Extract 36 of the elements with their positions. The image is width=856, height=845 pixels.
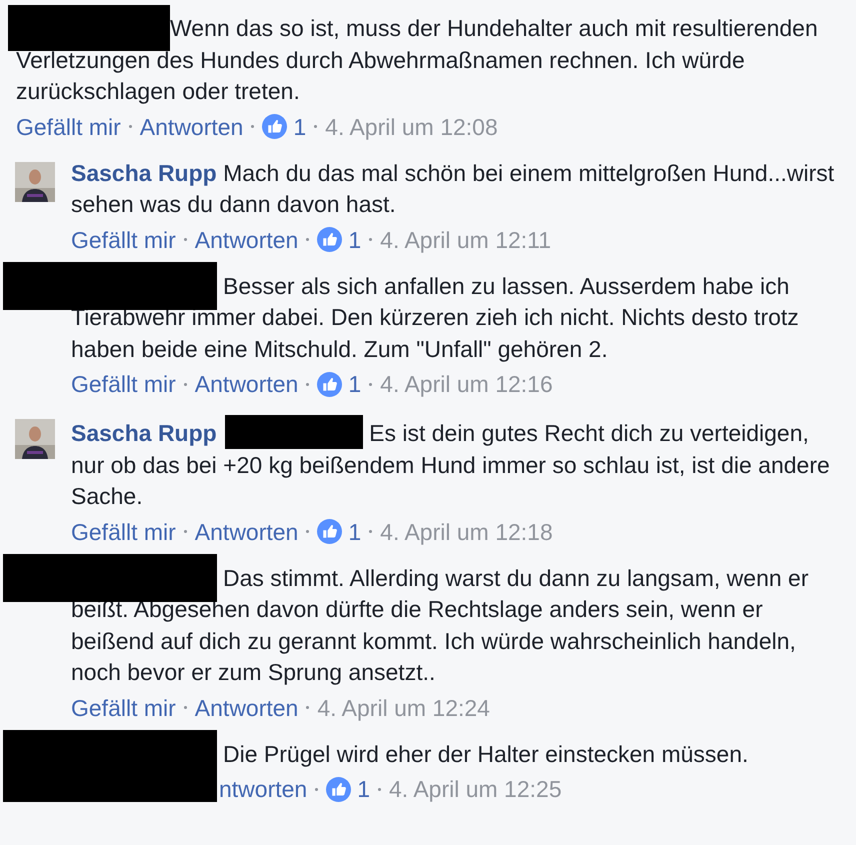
like-icon [262, 114, 288, 139]
comment-action-link[interactable]: Antworten [140, 112, 244, 140]
comment-text: Wenn das so ist, muss der Hundehalter auch mit resultierenden Verletzungen des Hundes durch Abwehrmaßnamen rechnen. Ich würde zurückschlagen oder treten. [16, 14, 819, 106]
comment-action-link[interactable]: Gefällt mir [71, 518, 176, 546]
comment-action-link[interactable]: Antworten [194, 518, 298, 546]
comment-text: Die Prügel wird eher der Halter einstecken müssen. [222, 740, 750, 769]
comment-action-link[interactable]: Antworten [194, 226, 298, 254]
like-icon [317, 372, 342, 396]
like-icon [317, 227, 342, 252]
comment-time: 4. April um 12:25 [389, 775, 562, 803]
comment-action-link[interactable]: Antworten [194, 370, 298, 398]
comment-text: Sascha Rupp Es ist dein gutes Recht dich zu verteidigen, nur ob das bei +20 kg beißendem Hund immer so schlau ist, ist die andere Sache. [71, 415, 836, 512]
comment-time: 4. April um 12:18 [380, 518, 553, 546]
like-count: 1 [293, 112, 306, 140]
comment-action-link[interactable]: Antworten [194, 694, 298, 722]
like-count: 1 [348, 226, 362, 254]
author-name[interactable]: Sascha Rupp [71, 420, 217, 446]
comment-text: Besser als sich anfallen zu lassen. Ausserdem habe ich Tierabwehr immer dabei. Den kürzeren zieh ich nicht. Nichts desto trotz haben beide eine Mitschuld. Zum "Unfall" gehören 2. [71, 272, 800, 364]
like-icon [326, 776, 352, 802]
like-count: 1 [348, 518, 362, 546]
comment-action-link[interactable]: Gefällt mir [71, 694, 176, 722]
comment-text: Sascha Rupp Mach du das mal schön bei einem mittelgroßen Hund...wirst sehen was du dann davon hast. [71, 158, 836, 219]
comment-action-link[interactable]: Gefällt mir [16, 112, 121, 140]
like-icon [317, 519, 342, 544]
comment-action-link[interactable]: Gefällt mir [71, 226, 176, 254]
comment-action-link[interactable]: ntworten [219, 775, 308, 803]
comment-time: 4. April um 12:08 [325, 112, 498, 140]
comment-time: 4. April um 12:11 [380, 226, 552, 254]
like-count: 1 [357, 775, 370, 803]
author-name[interactable]: Sascha Rupp [71, 160, 217, 186]
avatar[interactable] [15, 419, 55, 459]
comment-action-link[interactable]: Gefällt mir [71, 370, 176, 398]
avatar[interactable] [15, 162, 55, 202]
comment-time: 4. April um 12:24 [317, 694, 490, 722]
comment-time: 4. April um 12:16 [380, 370, 553, 398]
like-count: 1 [348, 370, 362, 398]
